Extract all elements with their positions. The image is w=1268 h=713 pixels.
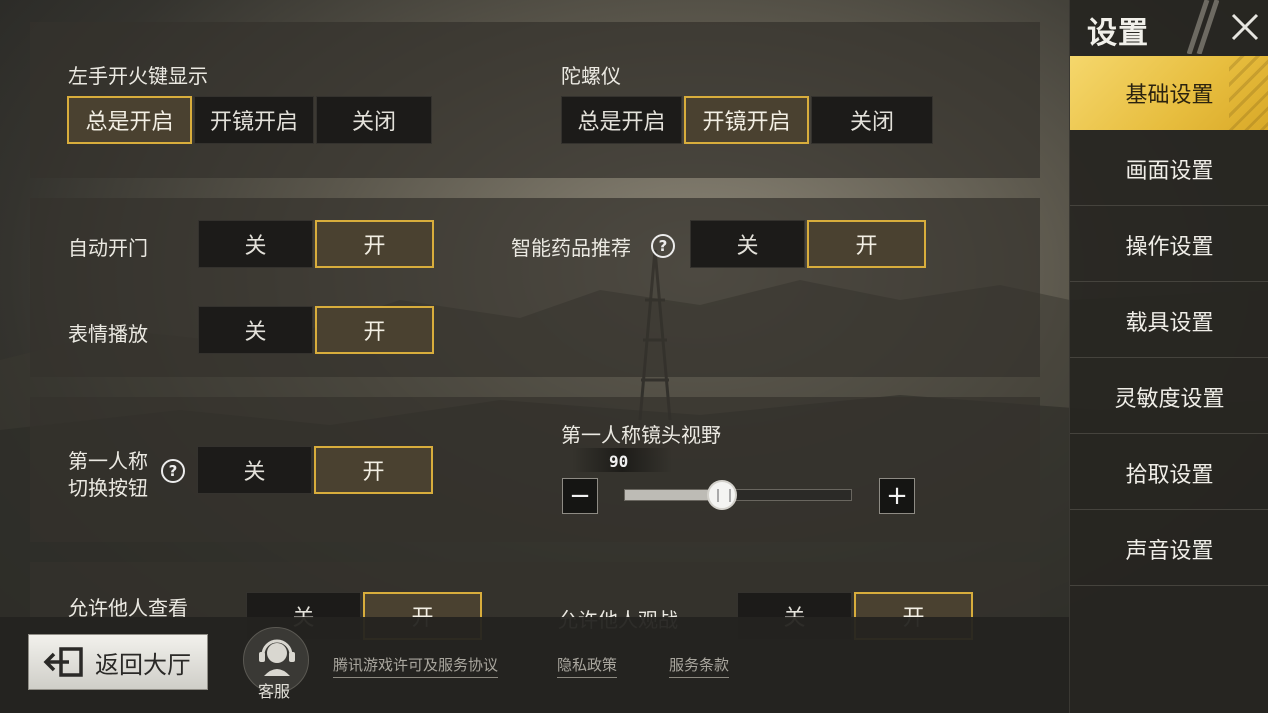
smart-medicine-label: 智能药品推荐: [511, 236, 631, 260]
fpp-fov-label: 第一人称镜头视野: [561, 423, 721, 447]
fov-value: 90: [609, 452, 629, 471]
auto-door-off[interactable]: 关: [198, 220, 313, 268]
emote-play-label: 表情播放: [68, 322, 148, 346]
customer-service-label: 客服: [258, 682, 291, 701]
close-icon[interactable]: [1220, 0, 1268, 54]
left-fire-option-off[interactable]: 关闭: [316, 96, 432, 144]
privacy-policy-link[interactable]: 隐私政策: [557, 654, 618, 678]
fov-slider-thumb[interactable]: [707, 480, 738, 510]
sidebar-item-controls[interactable]: 操作设置: [1070, 208, 1268, 282]
sidebar-item-graphics[interactable]: 画面设置: [1070, 132, 1268, 206]
back-to-lobby-label: 返回大厅: [95, 650, 191, 679]
smart-medicine-on[interactable]: 开: [807, 220, 926, 268]
sidebar-item-label: 载具设置: [1125, 310, 1214, 336]
sidebar-item-basic[interactable]: 基础设置: [1070, 56, 1268, 130]
left-fire-option-scope[interactable]: 开镜开启: [194, 96, 314, 144]
fpp-switch-help-icon[interactable]: ?: [161, 459, 185, 483]
emote-play-off[interactable]: 关: [198, 306, 313, 354]
license-agreement-link[interactable]: 腾讯游戏许可及服务协议: [333, 654, 499, 678]
fpp-switch-on[interactable]: 开: [314, 446, 433, 494]
sidebar-item-sensitivity[interactable]: 灵敏度设置: [1070, 360, 1268, 434]
sidebar-item-sound[interactable]: 声音设置: [1070, 512, 1268, 586]
left-fire-option-always[interactable]: 总是开启: [67, 96, 192, 144]
fov-increase-button[interactable]: +: [879, 478, 915, 514]
gyroscope-label: 陀螺仪: [561, 64, 621, 88]
emote-play-toggle: 关 开: [198, 306, 434, 354]
settings-sidebar: 设置 基础设置 画面设置 操作设置 载具设置 灵敏度设置 拾取设置 声音设置: [1069, 0, 1268, 713]
sidebar-item-label: 基础设置: [1125, 83, 1214, 108]
auto-door-toggle: 关 开: [198, 220, 434, 268]
gyroscope-selector: 总是开启 开镜开启 关闭: [561, 96, 933, 144]
sidebar-item-label: 灵敏度设置: [1114, 386, 1225, 412]
gyro-option-scope[interactable]: 开镜开启: [684, 96, 809, 144]
terms-of-service-link[interactable]: 服务条款: [669, 654, 730, 678]
sidebar-item-label: 声音设置: [1125, 538, 1214, 564]
fov-decrease-button[interactable]: −: [562, 478, 598, 514]
emote-play-on[interactable]: 开: [315, 306, 434, 354]
auto-door-label: 自动开门: [68, 236, 148, 260]
sidebar-item-label: 画面设置: [1125, 158, 1214, 184]
sidebar-item-pickup[interactable]: 拾取设置: [1070, 436, 1268, 510]
sidebar-item-vehicle[interactable]: 载具设置: [1070, 284, 1268, 358]
auto-door-on[interactable]: 开: [315, 220, 434, 268]
left-fire-button-selector: 总是开启 开镜开启 关闭: [67, 96, 432, 144]
left-fire-button-label: 左手开火键显示: [68, 64, 208, 88]
fpp-switch-label-line2: 切换按钮: [68, 476, 148, 500]
sidebar-header: 设置: [1070, 0, 1268, 54]
header-stripes-decoration: [1187, 0, 1219, 54]
fov-slider-track[interactable]: [624, 480, 852, 510]
gyro-option-off[interactable]: 关闭: [811, 96, 933, 144]
fpp-switch-off[interactable]: 关: [197, 446, 312, 494]
fpp-switch-label-line1: 第一人称: [68, 449, 148, 473]
smart-medicine-toggle: 关 开: [690, 220, 926, 268]
back-to-lobby-button[interactable]: 返回大厅: [28, 634, 208, 690]
gyro-option-always[interactable]: 总是开启: [561, 96, 682, 144]
smart-medicine-off[interactable]: 关: [690, 220, 805, 268]
settings-title: 设置: [1087, 16, 1149, 51]
sidebar-item-label: 操作设置: [1125, 234, 1214, 260]
smart-medicine-help-icon[interactable]: ?: [651, 234, 675, 258]
fpp-switch-toggle: 关 开: [197, 446, 433, 494]
sidebar-item-label: 拾取设置: [1125, 462, 1214, 488]
exit-icon: [43, 647, 83, 677]
